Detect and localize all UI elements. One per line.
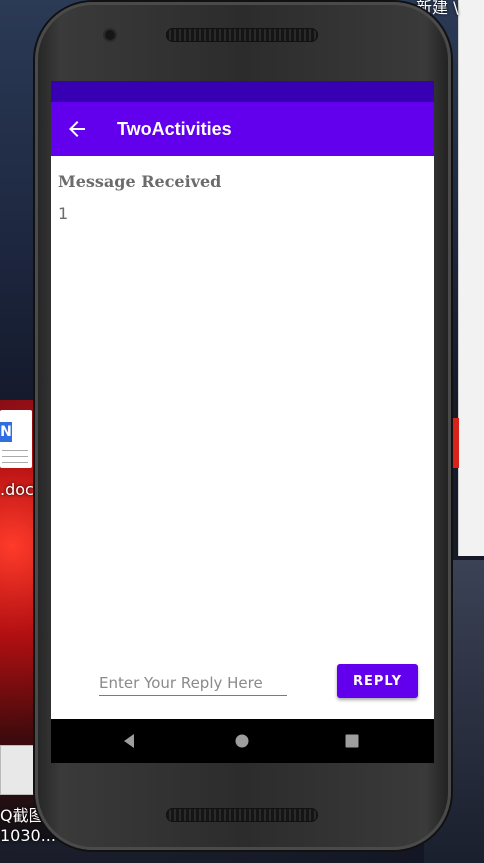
background-window[interactable]	[453, 0, 484, 556]
bottom-speaker-grille	[166, 808, 318, 822]
doc-line	[2, 462, 28, 463]
nav-back-icon[interactable]	[119, 731, 139, 751]
front-camera	[105, 30, 115, 40]
desktop-doc-icon[interactable]: N	[0, 410, 32, 468]
top-speaker-grille	[166, 28, 318, 42]
doc-line	[2, 456, 28, 457]
app-title: TwoActivities	[117, 119, 232, 139]
main-content: Message Received 1 REPLY	[51, 156, 434, 719]
status-bar	[51, 81, 434, 102]
message-received-text: 1	[58, 204, 69, 223]
reply-button[interactable]: REPLY	[337, 664, 418, 698]
navigation-bar	[51, 719, 434, 763]
reply-input[interactable]	[99, 671, 287, 696]
back-arrow-icon[interactable]	[65, 117, 89, 141]
desktop-screenshot-thumbnail[interactable]	[0, 745, 36, 795]
desktop-doc-label[interactable]: .doc	[0, 480, 34, 499]
app-bar: TwoActivities	[51, 102, 434, 156]
doc-line	[2, 450, 28, 451]
message-received-heading: Message Received	[58, 172, 222, 191]
nav-home-icon[interactable]	[232, 731, 252, 751]
phone-screen: TwoActivities Message Received 1 REPLY	[51, 81, 434, 763]
word-doc-icon: N	[0, 422, 12, 442]
background-window-accent	[453, 418, 459, 468]
nav-recents-icon[interactable]	[342, 731, 362, 751]
